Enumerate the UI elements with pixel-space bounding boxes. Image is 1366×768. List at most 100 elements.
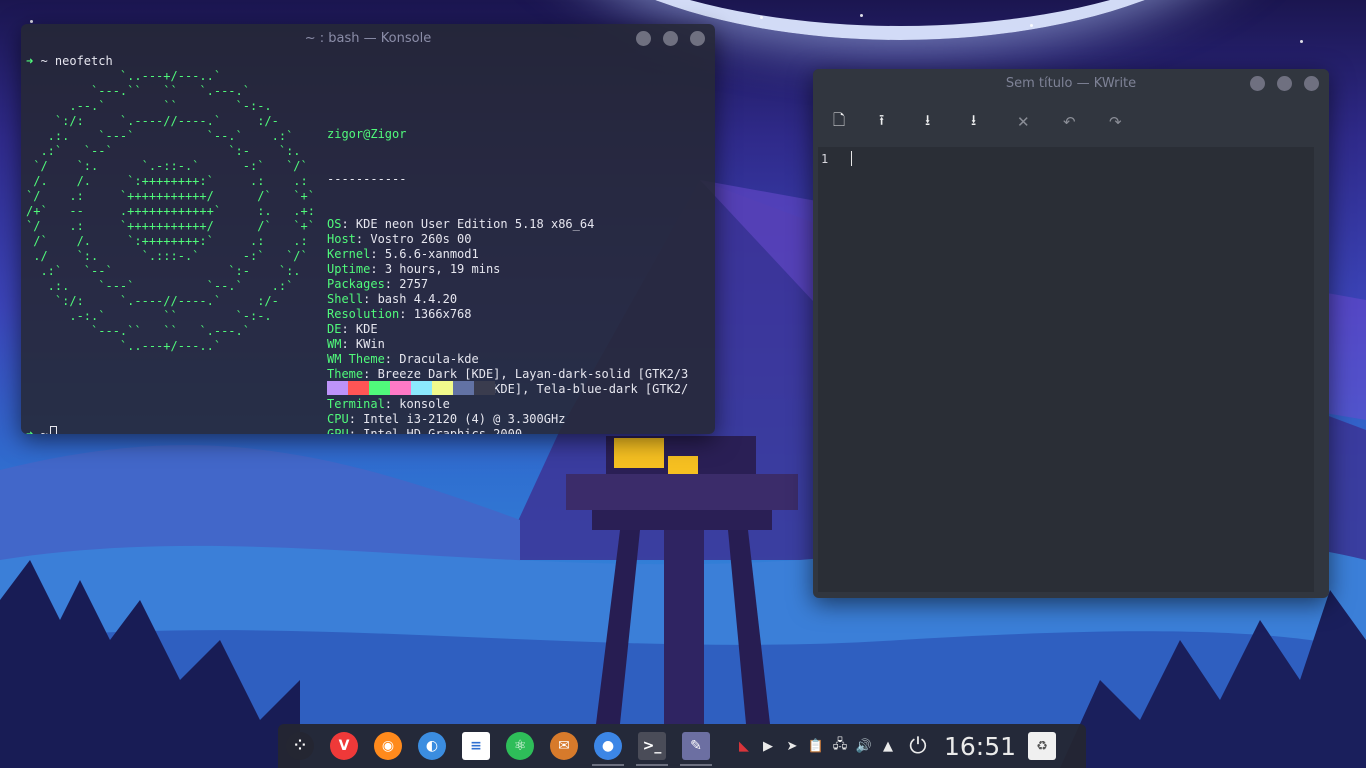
info-value: KDE neon User Edition 5.18 x86_64: [355, 217, 595, 231]
info-value: 3 hours, 19 mins: [384, 262, 501, 276]
power-icon[interactable]: ⏻: [900, 724, 936, 768]
undo-icon[interactable]: ↶: [1063, 107, 1109, 137]
info-line: WM: KWin: [327, 337, 688, 352]
taskbar-app[interactable]: ⚛: [498, 724, 542, 768]
minimize-button[interactable]: [1250, 76, 1265, 91]
info-line: Resolution: 1366x768: [327, 307, 688, 322]
info-line: Host: Vostro 260s 00: [327, 232, 688, 247]
info-key: DE: [327, 322, 342, 336]
file-manager-icon: ◐: [418, 732, 446, 760]
info-key: CPU: [327, 412, 349, 426]
vivaldi-icon: V: [330, 732, 358, 760]
info-value: KWin: [355, 337, 385, 351]
upload-icon[interactable]: ⭱: [879, 107, 925, 137]
kwrite-toolbar: 🗋 ⭱ ⭳ ⭳ ✕ ↶ ↷: [813, 97, 1329, 147]
clipboard-icon[interactable]: 📋: [804, 724, 828, 768]
info-line: Uptime: 3 hours, 19 mins: [327, 262, 688, 277]
redo-icon[interactable]: ↷: [1109, 107, 1155, 137]
info-key: WM Theme: [327, 352, 385, 366]
info-colon: :: [363, 292, 378, 306]
info-value: bash 4.4.20: [377, 292, 458, 306]
info-line: Kernel: 5.6.6-xanmod1: [327, 247, 688, 262]
download-save-icon[interactable]: ⭳: [925, 107, 971, 137]
info-value: konsole: [399, 397, 450, 411]
bluetooth-app-icon: ●: [594, 732, 622, 760]
anydesk-icon[interactable]: ◣: [732, 724, 756, 768]
info-line: WM Theme: Dracula-kde: [327, 352, 688, 367]
info-colon: :: [341, 337, 356, 351]
network-icon[interactable]: 🖧: [828, 724, 852, 768]
info-line: Theme: Breeze Dark [KDE], Layan-dark-sol…: [327, 367, 688, 382]
info-colon: :: [341, 217, 356, 231]
close-button[interactable]: [690, 31, 705, 46]
taskbar-app[interactable]: ●: [586, 724, 630, 768]
taskbar-app[interactable]: V: [322, 724, 366, 768]
info-line: OS: KDE neon User Edition 5.18 x86_64: [327, 217, 688, 232]
telegram-icon[interactable]: ➤: [780, 724, 804, 768]
taskbar-app[interactable]: ⁘: [278, 724, 322, 768]
close-button[interactable]: [1304, 76, 1319, 91]
info-key: Host: [327, 232, 356, 246]
media-play-icon[interactable]: ▶: [756, 724, 780, 768]
konsole-titlebar[interactable]: ~ : bash — Konsole: [21, 24, 715, 52]
info-key: Kernel: [327, 247, 371, 261]
line-number: 1: [821, 152, 829, 166]
digital-clock[interactable]: 16:51: [944, 732, 1016, 761]
command-line: ➜ ~ neofetch: [26, 54, 113, 68]
atom-icon: ⚛: [506, 732, 534, 760]
app-launcher-icon: ⁘: [286, 732, 314, 760]
taskbar-app[interactable]: ≡: [454, 724, 498, 768]
info-value: Breeze Dark [KDE], Layan-dark-solid [GTK…: [377, 367, 689, 381]
taskbar-app[interactable]: ◉: [366, 724, 410, 768]
info-key: Terminal: [327, 397, 385, 411]
save-as-icon[interactable]: ⭳: [971, 107, 1017, 137]
volume-icon[interactable]: 🔊: [852, 724, 876, 768]
terminal-area[interactable]: ➜ ~ neofetch `..---+/---..` `---.`` `` `…: [21, 52, 715, 434]
palette-swatch: [432, 381, 453, 395]
minimize-button[interactable]: [636, 31, 651, 46]
info-key: WM: [327, 337, 342, 351]
info-key: Resolution: [327, 307, 400, 321]
info-value: Vostro 260s 00: [370, 232, 472, 246]
info-value: 5.6.6-xanmod1: [384, 247, 479, 261]
taskbar-app[interactable]: >_: [630, 724, 674, 768]
info-line: Packages: 2757: [327, 277, 688, 292]
maximize-button[interactable]: [1277, 76, 1292, 91]
taskbar-app[interactable]: ◐: [410, 724, 454, 768]
color-palette: [327, 381, 495, 395]
text-editor[interactable]: 1: [818, 147, 1314, 592]
info-colon: :: [384, 277, 400, 291]
konsole-window[interactable]: ~ : bash — Konsole ➜ ~ neofetch `..---+/…: [21, 24, 715, 434]
maximize-button[interactable]: [663, 31, 678, 46]
info-key: Uptime: [327, 262, 371, 276]
trash-icon[interactable]: ♻: [1028, 732, 1057, 760]
kwrite-titlebar[interactable]: Sem título — KWrite: [813, 69, 1329, 97]
active-prompt[interactable]: ➜ ~: [26, 426, 57, 434]
info-value: KDE: [355, 322, 378, 336]
window-title: Sem título — KWrite: [1005, 75, 1137, 91]
info-colon: :: [370, 247, 385, 261]
info-value: Intel i3-2120 (4) @ 3.300GHz: [363, 412, 566, 426]
info-value: Intel HD Graphics 2000: [363, 427, 523, 434]
taskbar-app[interactable]: ✉: [542, 724, 586, 768]
kwrite-window[interactable]: Sem título — KWrite 🗋 ⭱ ⭳ ⭳ ✕ ↶ ↷ 1: [813, 69, 1329, 598]
info-colon: :: [384, 352, 400, 366]
konsole-icon: >_: [638, 732, 666, 760]
taskbar-app[interactable]: ✎: [674, 724, 718, 768]
new-document-icon[interactable]: 🗋: [833, 107, 879, 137]
info-colon: :: [384, 397, 400, 411]
info-value: Dracula-kde: [399, 352, 479, 366]
close-icon[interactable]: ✕: [1017, 107, 1063, 137]
taskbar: ⁘ V ◉ ◐ ≡ ⚛ ✉ ● >_ ✎ ◣ ▶ ➤ 📋 🖧 🔊 ▲ ⏻ 16:51 ♻: [278, 724, 1086, 768]
thunderbird-icon: ✉: [550, 732, 578, 760]
palette-swatch: [390, 381, 411, 395]
info-colon: :: [370, 262, 385, 276]
info-colon: :: [399, 307, 414, 321]
neofetch-ascii-logo: `..---+/---..` `---.`` `` `.---.` .--.` …: [26, 69, 315, 353]
info-key: Packages: [327, 277, 385, 291]
kwrite-icon: ✎: [682, 732, 710, 760]
firefox-icon: ◉: [374, 732, 402, 760]
info-line: CPU: Intel i3-2120 (4) @ 3.300GHz: [327, 412, 688, 427]
expand-tray-icon[interactable]: ▲: [876, 724, 900, 768]
info-colon: :: [355, 232, 371, 246]
